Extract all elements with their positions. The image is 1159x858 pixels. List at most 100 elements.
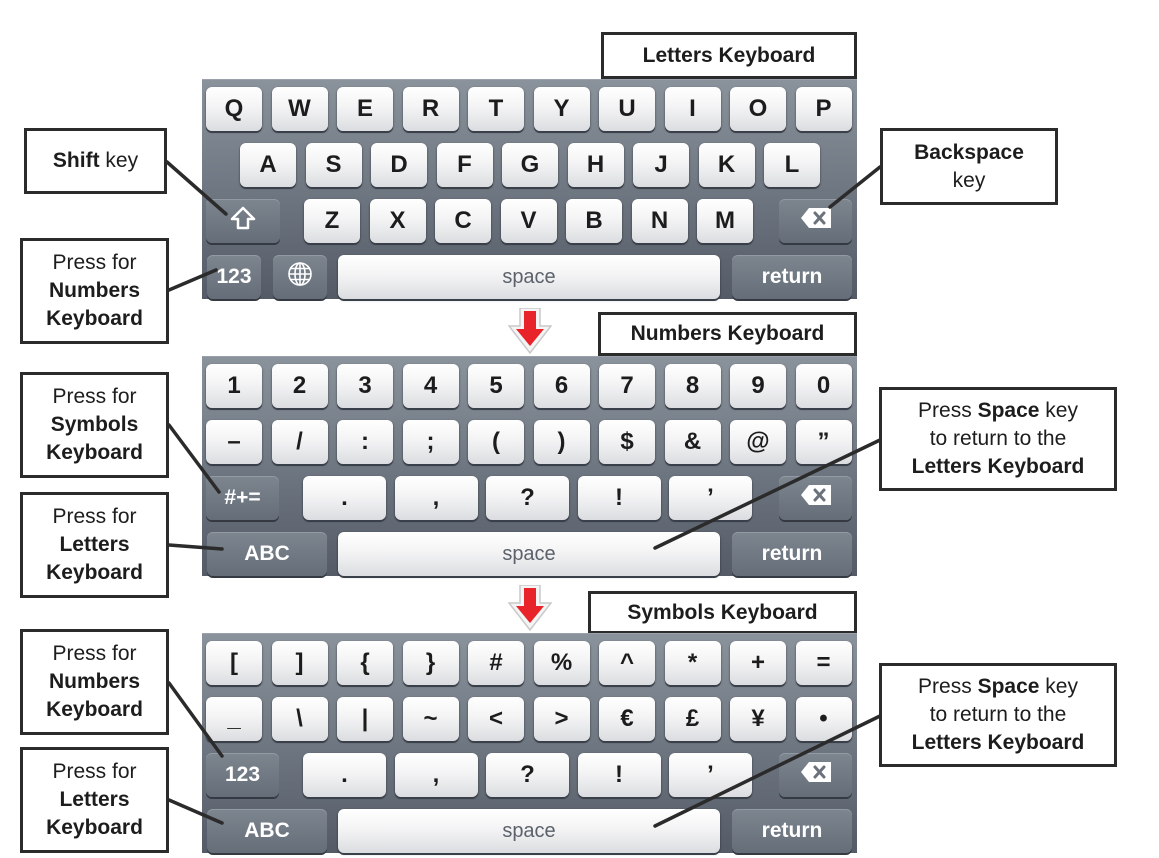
key[interactable]: } xyxy=(402,641,459,685)
key[interactable]: R xyxy=(402,87,459,131)
space-key[interactable]: space xyxy=(338,532,720,576)
key[interactable]: 8 xyxy=(664,364,721,408)
key[interactable]: ; xyxy=(402,420,459,464)
return-key[interactable]: return xyxy=(732,809,852,853)
key[interactable]: V xyxy=(500,199,557,243)
key[interactable]: L xyxy=(764,143,820,187)
key[interactable]: ¥ xyxy=(730,697,786,741)
key[interactable]: ’ xyxy=(669,753,752,797)
key[interactable]: 7 xyxy=(599,364,655,408)
key[interactable]: ] xyxy=(271,641,328,685)
key-label: #+= xyxy=(224,486,261,509)
callout-text: Press xyxy=(918,675,978,698)
key[interactable]: £ xyxy=(664,697,721,741)
key[interactable]: : xyxy=(337,420,393,464)
key-label: [ xyxy=(230,649,238,676)
key[interactable]: Y xyxy=(533,87,590,131)
key-label: R xyxy=(421,95,440,122)
key[interactable]: = xyxy=(795,641,852,685)
key[interactable]: , xyxy=(394,753,478,797)
key-label: / xyxy=(296,428,303,455)
key-label: ¥ xyxy=(751,705,765,732)
key[interactable]: . xyxy=(303,753,386,797)
key[interactable]: # xyxy=(468,641,524,685)
key[interactable]: W xyxy=(271,87,328,131)
key[interactable]: – xyxy=(206,420,262,464)
key[interactable]: J xyxy=(633,143,689,187)
key[interactable]: 2 xyxy=(271,364,328,408)
key[interactable]: € xyxy=(599,697,655,741)
numbers-mode-key[interactable]: 123 xyxy=(207,255,261,299)
key[interactable]: K xyxy=(698,143,755,187)
key[interactable]: M xyxy=(697,199,753,243)
key[interactable]: * xyxy=(664,641,721,685)
key[interactable]: 3 xyxy=(337,364,393,408)
space-key[interactable]: space xyxy=(338,255,720,299)
key[interactable]: F xyxy=(436,143,493,187)
key[interactable]: @ xyxy=(730,420,786,464)
key[interactable]: I xyxy=(664,87,721,131)
key[interactable]: | xyxy=(337,697,393,741)
key[interactable]: ~ xyxy=(402,697,459,741)
key[interactable]: Q xyxy=(206,87,262,131)
key[interactable]: T xyxy=(468,87,524,131)
key[interactable]: . xyxy=(303,476,386,520)
key[interactable]: [ xyxy=(206,641,262,685)
key[interactable]: ! xyxy=(577,753,661,797)
key[interactable]: ’ xyxy=(669,476,752,520)
key[interactable]: ? xyxy=(486,753,569,797)
key[interactable]: P xyxy=(795,87,852,131)
key[interactable]: & xyxy=(664,420,721,464)
key[interactable]: { xyxy=(337,641,393,685)
key[interactable]: , xyxy=(394,476,478,520)
key[interactable]: X xyxy=(369,199,426,243)
key[interactable]: 0 xyxy=(795,364,852,408)
key[interactable]: 1 xyxy=(206,364,262,408)
key[interactable]: H xyxy=(567,143,624,187)
key[interactable]: _ xyxy=(206,697,262,741)
key[interactable]: ( xyxy=(468,420,524,464)
key[interactable]: > xyxy=(533,697,590,741)
key[interactable]: 4 xyxy=(402,364,459,408)
key[interactable]: < xyxy=(468,697,524,741)
key[interactable]: \ xyxy=(271,697,328,741)
key[interactable]: A xyxy=(240,143,296,187)
key[interactable]: B xyxy=(566,199,622,243)
backspace-key[interactable] xyxy=(779,753,852,797)
key[interactable]: S xyxy=(305,143,362,187)
shift-key[interactable] xyxy=(206,199,280,243)
key[interactable]: • xyxy=(795,697,852,741)
key[interactable]: $ xyxy=(599,420,655,464)
key[interactable]: 5 xyxy=(468,364,524,408)
key[interactable]: D xyxy=(371,143,427,187)
key[interactable]: ? xyxy=(486,476,569,520)
backspace-key[interactable] xyxy=(779,199,852,243)
key[interactable]: U xyxy=(599,87,655,131)
numbers-switch-key[interactable]: 123 xyxy=(206,753,279,797)
key[interactable]: ! xyxy=(577,476,661,520)
key[interactable]: + xyxy=(730,641,786,685)
backspace-key[interactable] xyxy=(779,476,852,520)
key[interactable]: O xyxy=(730,87,786,131)
key[interactable]: N xyxy=(631,199,688,243)
key[interactable]: C xyxy=(435,199,491,243)
key[interactable]: G xyxy=(502,143,558,187)
space-key[interactable]: space xyxy=(338,809,720,853)
key[interactable]: % xyxy=(533,641,590,685)
return-key[interactable]: return xyxy=(732,532,852,576)
letters-mode-key[interactable]: ABC xyxy=(207,809,327,853)
key[interactable]: ” xyxy=(795,420,852,464)
key[interactable]: ^ xyxy=(599,641,655,685)
key-label: , xyxy=(432,761,440,788)
globe-key[interactable] xyxy=(273,255,327,299)
key[interactable]: 9 xyxy=(730,364,786,408)
key[interactable]: ) xyxy=(533,420,590,464)
key[interactable]: Z xyxy=(304,199,360,243)
key[interactable]: / xyxy=(271,420,328,464)
key[interactable]: 6 xyxy=(533,364,590,408)
symbols-switch-key[interactable]: #+= xyxy=(206,476,279,520)
letters-mode-key[interactable]: ABC xyxy=(207,532,327,576)
key-label: , xyxy=(432,484,440,511)
return-key[interactable]: return xyxy=(732,255,852,299)
key[interactable]: E xyxy=(337,87,393,131)
